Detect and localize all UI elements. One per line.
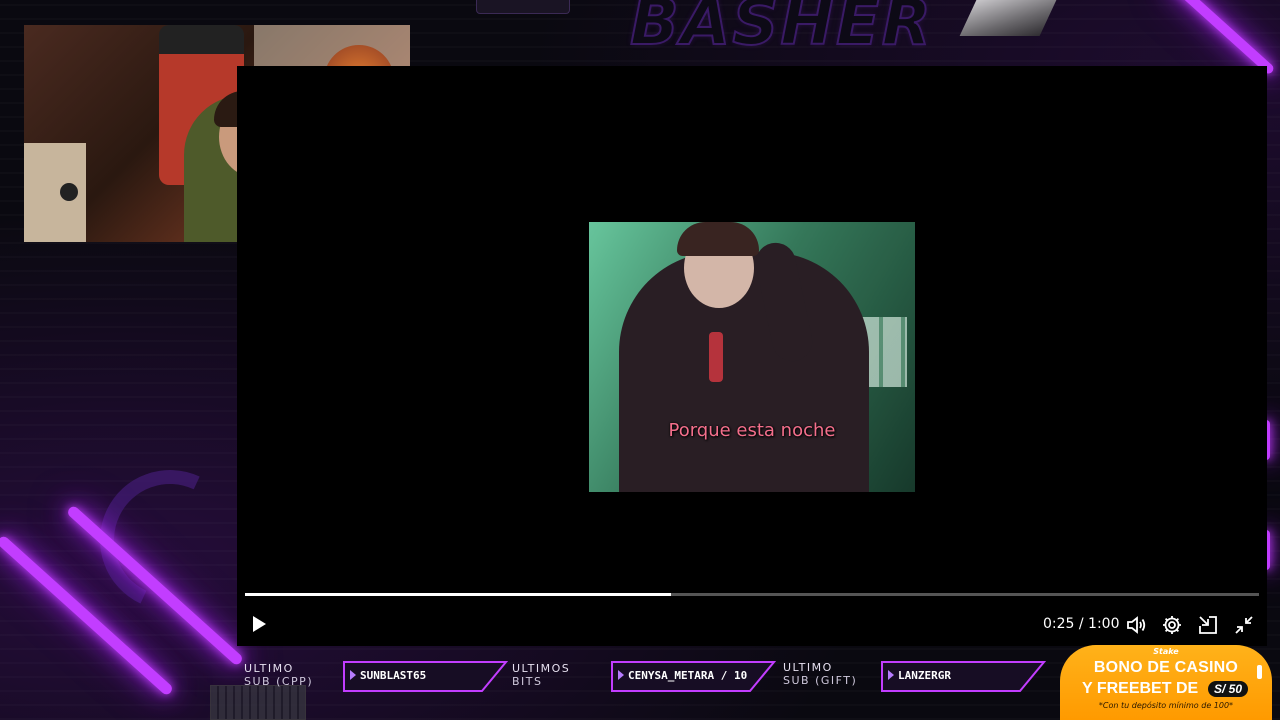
stat-plate-last-gift: LANZERGR	[880, 660, 1048, 693]
settings-button[interactable]	[1161, 614, 1183, 636]
exit-fullscreen-icon	[1235, 616, 1253, 634]
stat-subtitle: SUB (GIFT)	[783, 674, 858, 687]
ad-indicator	[1257, 665, 1262, 679]
gear-icon	[1163, 616, 1181, 634]
pip-button[interactable]	[1197, 614, 1219, 636]
time-display: 0:25 / 1:00	[1043, 616, 1120, 632]
play-button[interactable]	[249, 614, 269, 634]
triangle-icon	[618, 670, 624, 680]
video-hoodie-logo	[709, 332, 723, 382]
pip-icon	[1199, 616, 1217, 634]
stat-label-last-gift: ULTIMO SUB (GIFT)	[783, 661, 857, 687]
overlay-top-decor	[959, 0, 1057, 36]
stat-title: ULTIMO	[783, 661, 833, 674]
stat-subtitle: BITS	[512, 675, 543, 688]
webcam-box	[24, 143, 86, 242]
stat-plate-last-sub: SUNBLAST65	[342, 660, 510, 693]
triangle-icon	[888, 670, 894, 680]
stat-value: SUNBLAST65	[360, 669, 427, 682]
stat-value: LANZERGR	[898, 669, 951, 682]
stat-title: ULTIMO	[244, 662, 294, 675]
overlay-brand-text: BASHER	[629, 0, 933, 61]
stat-label-last-bits: ULTIMOS BITS	[512, 662, 570, 688]
stat-title: ULTIMOS	[512, 662, 571, 675]
stat-subtitle: SUB (CPP)	[244, 675, 314, 688]
video-person-hair	[677, 222, 759, 256]
video-caption: Porque esta noche	[668, 420, 836, 441]
ad-headline: BONO DE CASINO	[1093, 659, 1239, 676]
triangle-icon	[350, 670, 356, 680]
play-icon	[253, 616, 266, 632]
stat-label-last-sub: ULTIMO SUB (CPP)	[244, 662, 313, 688]
ad-amount-badge: S/ 50	[1208, 681, 1249, 697]
keyboard-decor	[210, 685, 306, 720]
exit-fullscreen-button[interactable]	[1233, 614, 1255, 636]
video-frame[interactable]: Porque esta noche	[589, 222, 915, 492]
stat-value: CENYSA_METARA / 10	[628, 669, 748, 682]
ad-brand: Stake	[1153, 647, 1179, 656]
overlay-top-tab	[476, 0, 570, 14]
progress-bar[interactable]	[245, 593, 1259, 596]
casino-ad-banner[interactable]: Stake BONO DE CASINO Y FREEBET DE S/ 50 …	[1060, 645, 1272, 720]
volume-button[interactable]	[1125, 614, 1147, 636]
progress-fill	[245, 593, 671, 596]
ad-subheadline: Y FREEBET DE	[1082, 680, 1199, 697]
stat-plate-last-bits: CENYSA_METARA / 10	[610, 660, 778, 693]
video-player[interactable]: Porque esta noche 0:25 / 1:00	[237, 66, 1267, 646]
ad-footnote: *Con tu depósito mínimo de 100*	[1098, 701, 1234, 710]
volume-icon	[1127, 616, 1146, 634]
